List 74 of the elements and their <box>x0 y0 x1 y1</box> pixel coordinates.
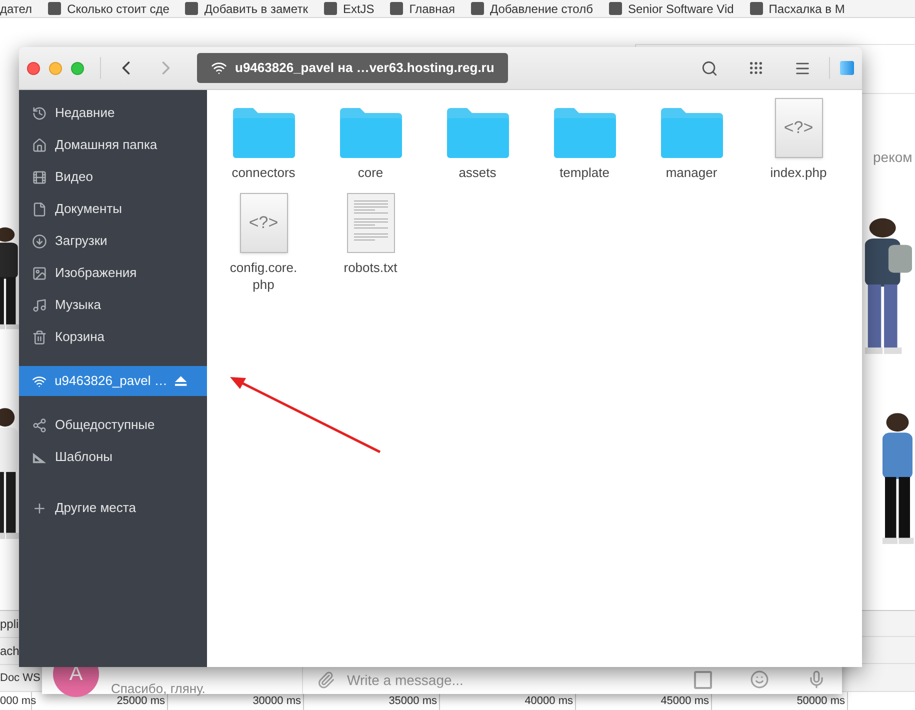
bookmark-link[interactable]: Главная <box>409 2 455 16</box>
share-icon <box>32 418 47 432</box>
bookmark-icon <box>48 2 62 15</box>
sidebar-item[interactable]: Шаблоны <box>19 442 207 472</box>
sidebar-item[interactable]: Загрузки <box>19 226 207 256</box>
sidebar-item[interactable]: Домашняя папка <box>19 130 207 160</box>
eject-icon[interactable] <box>175 376 187 386</box>
bookmark-link[interactable]: Пасхалка в М <box>768 2 845 16</box>
command-icon[interactable] <box>694 671 712 689</box>
trash-icon <box>32 330 47 344</box>
grid-view-icon[interactable] <box>748 60 764 76</box>
filter-button[interactable]: WS <box>22 670 40 687</box>
side-text: реком <box>873 148 912 167</box>
minimize-button[interactable] <box>49 62 62 74</box>
sidebar-item[interactable]: Другие места <box>19 493 207 523</box>
microphone-icon[interactable] <box>807 670 826 689</box>
file-item[interactable]: template <box>531 96 638 188</box>
file-item[interactable]: robots.txt <box>317 191 424 293</box>
bookmark-icon <box>390 2 404 15</box>
bookmark-icon <box>750 2 763 15</box>
sidebar-item[interactable]: Видео <box>19 162 207 192</box>
wifi-icon <box>32 374 47 388</box>
devtools-tab[interactable]: ppli <box>0 615 19 633</box>
film-icon <box>32 170 47 184</box>
folder-icon <box>660 108 722 158</box>
maximize-button[interactable] <box>71 62 84 74</box>
app-icon[interactable] <box>840 61 854 75</box>
sidebar-item[interactable]: Недавние <box>19 98 207 128</box>
script-file-icon: <?> <box>240 193 288 253</box>
file-item[interactable]: manager <box>638 96 745 188</box>
file-item[interactable]: connectors <box>210 96 317 188</box>
plus-icon <box>32 500 47 516</box>
sidebar-item[interactable]: Изображения <box>19 258 207 288</box>
search-icon[interactable] <box>701 60 718 76</box>
sidebar-item[interactable]: Музыка <box>19 290 207 320</box>
download-icon <box>32 234 47 248</box>
smile-icon[interactable] <box>750 670 769 689</box>
paperclip-icon[interactable] <box>317 671 335 689</box>
text-file-icon <box>346 193 394 253</box>
devtools-tab[interactable]: ach <box>0 642 20 660</box>
close-button[interactable] <box>27 62 40 74</box>
bookmark-link[interactable]: дател <box>0 2 32 16</box>
bookmark-link[interactable]: Добавить в заметк <box>204 2 308 16</box>
bookmark-icon <box>185 2 198 15</box>
bookmark-link[interactable]: Senior Software Vid <box>628 2 734 16</box>
file-item[interactable]: core <box>317 96 424 188</box>
document-icon <box>32 202 47 216</box>
script-file-icon: <?> <box>774 98 822 158</box>
sidebar-item[interactable]: u9463826_pavel … <box>19 366 207 396</box>
image-icon <box>32 266 47 280</box>
bookmark-icon <box>608 2 622 15</box>
file-item[interactable]: <?> index.php <box>745 96 852 188</box>
history-icon <box>32 106 47 120</box>
folder-icon <box>446 108 508 158</box>
bookmark-link[interactable]: Добавление столб <box>490 2 593 16</box>
file-item[interactable]: <?> config.core.php <box>210 191 317 293</box>
sidebar-item[interactable]: Корзина <box>19 322 207 352</box>
location-bar[interactable]: u9463826_pavel на …ver63.hosting.reg.ru <box>197 53 508 83</box>
home-icon <box>32 138 47 152</box>
folder-icon <box>340 108 402 158</box>
folder-icon <box>554 108 616 158</box>
wifi-icon <box>211 60 227 76</box>
location-text: u9463826_pavel на …ver63.hosting.reg.ru <box>235 59 494 78</box>
sidebar-item[interactable]: Общедоступные <box>19 410 207 440</box>
bookmark-link[interactable]: Сколько стоит сде <box>67 2 170 16</box>
file-item[interactable]: assets <box>424 96 531 188</box>
music-icon <box>32 298 47 312</box>
filter-button[interactable]: Doc <box>0 670 20 687</box>
folder-icon <box>232 108 294 158</box>
sidebar-item[interactable]: Документы <box>19 194 207 224</box>
message-field[interactable]: Write a message... <box>347 671 682 689</box>
bookmark-link[interactable]: ExtJS <box>342 2 374 16</box>
bookmark-icon <box>470 2 484 15</box>
bookmark-icon <box>324 2 337 15</box>
